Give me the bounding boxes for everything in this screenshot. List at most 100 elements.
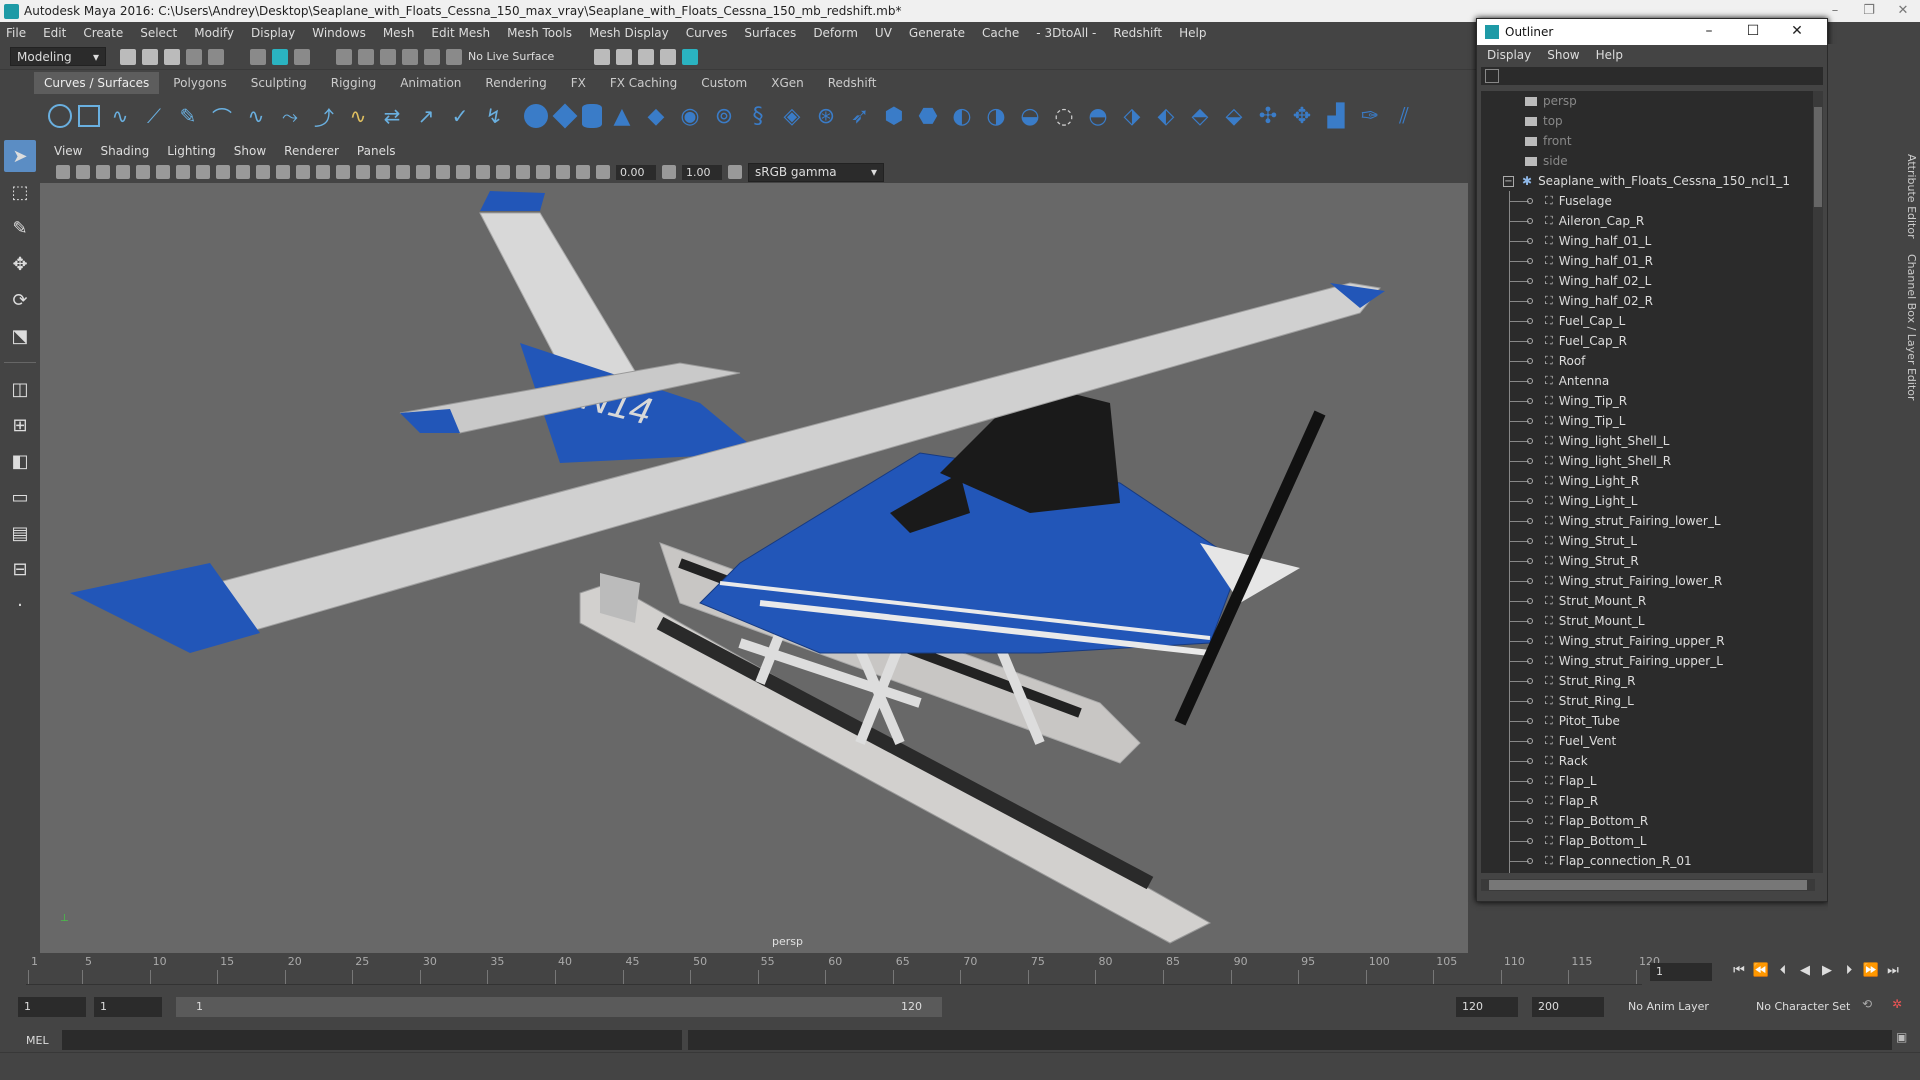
exposure-icon[interactable] [596,165,610,179]
view-transform-dropdown[interactable]: sRGB gamma ▾ [748,162,884,182]
menu-modify[interactable]: Modify [194,26,234,40]
shadows-icon[interactable] [416,165,430,179]
film-gate-icon[interactable] [196,165,210,179]
open-scene-icon[interactable] [142,48,158,65]
tree-item-mesh[interactable]: ⛶ Flap_R [1481,791,1815,811]
outliner-menu-display[interactable]: Display [1487,48,1531,62]
intersect-icon[interactable]: ◒ [1016,102,1044,130]
safe-title-icon[interactable] [296,165,310,179]
tree-item-mesh[interactable]: ⛶ Wing_Tip_L [1481,411,1815,431]
tree-item-mesh[interactable]: ⛶ Strut_Mount_R [1481,591,1815,611]
camera-attributes-icon[interactable] [76,165,90,179]
render-settings-icon[interactable] [594,48,611,65]
menu-deform[interactable]: Deform [813,26,858,40]
tab-attribute-editor[interactable]: Attribute Editor [1900,154,1918,239]
snap-view-icon[interactable] [402,48,418,65]
bevel-plus-icon[interactable]: ◑ [982,102,1010,130]
grid-icon[interactable] [176,165,190,179]
close-icon[interactable]: ✕ [1886,0,1920,22]
play-forward-icon[interactable]: ▶ [1816,963,1838,978]
viewport-menu-view[interactable]: View [54,144,82,158]
nurbs-cube-icon[interactable] [552,103,578,129]
playback-start-field[interactable]: 1 [94,997,162,1017]
nurbs-cylinder-icon[interactable] [582,104,602,128]
planar-icon[interactable]: ◈ [778,102,806,130]
smooth-shade-icon[interactable] [336,165,350,179]
scrollbar-thumb[interactable] [1814,107,1822,207]
select-component-icon[interactable] [294,48,310,65]
scale-tool-icon[interactable]: ⬔ [4,320,36,352]
select-tool-icon[interactable]: ➤ [4,140,36,172]
anti-aliasing-icon[interactable] [476,165,490,179]
extend-surface-icon[interactable]: ▟ [1322,102,1350,130]
offset-curve-icon[interactable]: ↯ [480,102,508,130]
detach-surface-icon[interactable]: ⬘ [1186,102,1214,130]
tree-item-mesh[interactable]: ⛶ Aileron_Cap_R [1481,211,1815,231]
ep-curve-icon[interactable]: ⟋ [140,102,168,130]
time-slider[interactable]: 1 5 10 15 20 25 30 35 40 45 50 55 60 65 70 75 80 85 90 95 10… [0,953,1920,993]
tree-item-mesh[interactable]: ⛶ Wing_half_01_L [1481,231,1815,251]
save-scene-icon[interactable] [164,48,180,65]
scene-start-field[interactable]: 1 [18,997,86,1017]
tab-channel-box[interactable]: Channel Box / Layer Editor [1900,254,1918,401]
render-view-icon[interactable] [660,48,677,65]
menu-uv[interactable]: UV [875,26,892,40]
project-curve-icon[interactable]: ◌ [1050,102,1078,130]
tree-item-mesh[interactable]: ⛶ Wing_half_02_R [1481,291,1815,311]
nurbs-square-icon[interactable] [78,105,100,127]
range-bar[interactable]: 1 120 [176,997,942,1017]
menu-redshift[interactable]: Redshift [1113,26,1162,40]
extend-curve-icon[interactable]: ↗ [412,102,440,130]
undo-icon[interactable] [186,48,202,65]
wireframe-icon[interactable] [316,165,330,179]
preferences-icon[interactable]: ✲ [1892,997,1902,1011]
resolution-gate-icon[interactable] [216,165,230,179]
menu-mesh-display[interactable]: Mesh Display [589,26,669,40]
tree-item-mesh[interactable]: ⛶ Flap_Bottom_R [1481,811,1815,831]
snap-grid-icon[interactable] [336,48,352,65]
backface-icon[interactable] [576,165,590,179]
xray-joints-icon[interactable] [556,165,570,179]
step-forward-key-icon[interactable]: ⏩ [1860,963,1882,978]
lasso-tool-icon[interactable]: ⬚ [4,176,36,208]
birail-icon[interactable]: ➶ [846,102,874,130]
menu-mesh-tools[interactable]: Mesh Tools [507,26,572,40]
ipr-render-icon[interactable] [638,48,655,65]
current-frame-field[interactable]: 1 [1650,963,1712,981]
tree-item-mesh[interactable]: ⛶ Flap_connection_R_01 [1481,851,1815,871]
persp-outliner-layout-icon[interactable]: ▭ [4,481,36,513]
rebuild-surface-icon[interactable]: ✑ [1356,102,1384,130]
square-surface-icon[interactable]: ⬣ [914,102,942,130]
tree-item-mesh[interactable]: ⛶ Fuel_Vent [1481,731,1815,751]
time-slider-track[interactable]: 1 5 10 15 20 25 30 35 40 45 50 55 60 65 70 75 80 85 90 95 10… [26,953,1660,985]
untrim-icon[interactable]: ⬗ [1118,102,1146,130]
step-back-key-icon[interactable]: ⏪ [1750,963,1772,978]
grease-pencil-icon[interactable] [156,165,170,179]
tree-item-mesh[interactable]: ⛶ Wing_Light_L [1481,491,1815,511]
screen-space-ao-icon[interactable] [436,165,450,179]
tree-item-mesh[interactable]: ⛶ Roof [1481,351,1815,371]
rebuild-curve-icon[interactable]: ∿ [344,102,372,130]
maximize-icon[interactable]: ❐ [1852,0,1886,22]
redshift-render-icon[interactable] [682,48,699,65]
shelf-tab-rigging[interactable]: Rigging [331,76,376,90]
menu-surfaces[interactable]: Surfaces [744,26,796,40]
nurbs-circle-icon[interactable] [48,104,72,128]
insert-knot-icon[interactable]: ✓ [446,102,474,130]
field-chart-icon[interactable] [256,165,270,179]
menu-display[interactable]: Display [251,26,295,40]
filter-icon[interactable] [1485,69,1499,83]
side-by-side-layout-icon[interactable]: ◧ [4,445,36,477]
tree-item-mesh[interactable]: ⛶ Wing_strut_Fairing_lower_R [1481,571,1815,591]
tree-item-camera[interactable]: persp [1481,91,1815,111]
tree-item-mesh[interactable]: ⛶ Flap_L [1481,771,1815,791]
mel-input[interactable] [62,1030,682,1050]
character-set-dropdown[interactable]: No Character Set [1750,997,1854,1017]
rotate-tool-icon[interactable]: ⟳ [4,284,36,316]
shelf-tab-curves-surfaces[interactable]: Curves / Surfaces [34,72,160,94]
nurbs-torus-icon[interactable]: ◉ [676,102,704,130]
insert-isoparm-icon[interactable]: ✥ [1288,102,1316,130]
trim-icon[interactable]: ◓ [1084,102,1112,130]
select-hierarchy-icon[interactable] [250,48,266,65]
hypershade-layout-icon[interactable]: ⊟ [4,553,36,585]
